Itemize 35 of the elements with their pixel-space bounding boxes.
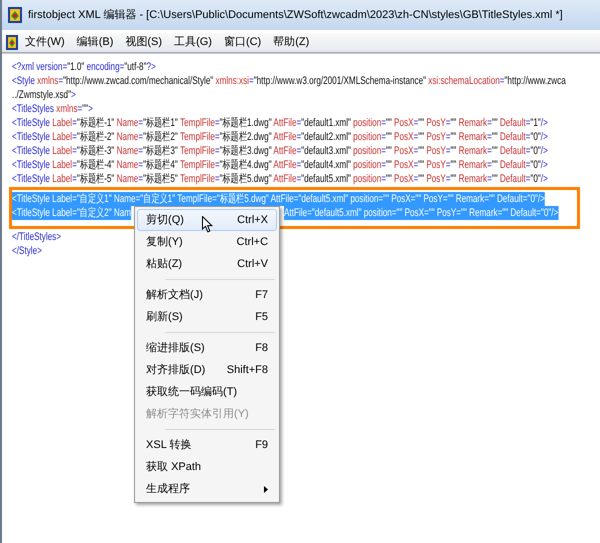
menu-item[interactable]: 获取 XPath [137,456,278,478]
menu-item[interactable]: 刷新(S) F5 [137,306,278,328]
code-line: <TitleStyles xmlns=""> [12,102,93,116]
menu-item[interactable]: XSL 转换 F9 [137,434,278,456]
cursor-icon [202,216,214,233]
menu-item[interactable]: 粘贴(Z) Ctrl+V [137,253,278,275]
code-line: <TitleStyle Label="标题栏-2" Name="标题栏2" TemplFile="标题栏2.dwg" AttFile="default2.xml" position="" PosX="" PosY="" Remark="" Default="0"/> [12,130,548,144]
menu-item[interactable]: 剪切(Q) Ctrl+X [137,209,278,231]
menu-item[interactable]: 生成程序 [137,478,278,500]
code-line: <TitleStyle Label="标题栏-5" Name="标题栏5" TemplFile="标题栏5.dwg" AttFile="default5.xml" position="" PosX="" PosY="" Remark="" Default="0"/> [12,172,548,186]
menu-item[interactable]: 复制(Y) Ctrl+C [137,231,278,253]
code-line: <Style xmlns="http://www.zwcad.com/mechanical/Style" xmlns:xsi="http://www.w3.org/2001/XMLSchema-instance" xsi:schemaLocation="http://www.zwca [12,74,566,88]
code-line-fragment: <TitleStyle Label="自定义2" Nam [12,206,132,220]
menu-item[interactable]: 编辑(B) [72,34,118,51]
menu-item[interactable]: 文件(W) [20,34,70,51]
menu-item[interactable]: 解析文档(J) F7 [137,284,278,306]
menu-item[interactable]: 窗口(C) [218,34,266,51]
menu-item[interactable]: 缩进排版(S) F8 [137,337,278,359]
menu-item[interactable]: 获取统一码编码(T) [137,381,278,403]
menu-item[interactable]: 对齐排版(D) Shift+F8 [137,359,278,381]
menu-item[interactable]: 视图(S) [120,34,168,51]
code-line: <TitleStyle Label="标题栏-4" Name="标题栏4" TemplFile="标题栏4.dwg" AttFile="default4.xml" position="" PosX="" PosY="" Remark="" Default="0"/> [12,158,548,172]
app-icon [8,7,22,23]
document-icon[interactable] [6,35,18,50]
code-line-fragment: AttFile="default5.xml" position="" PosX="" PosY="" Remark="" Default="0"/> [284,206,558,220]
code-line: ../Zwmstyle.xsd"> [12,88,76,102]
code-line: <?xml version="1.0" encoding="utf-8"?> [12,60,156,74]
code-line: </TitleStyles> [12,230,62,244]
submenu-arrow-icon [264,486,268,492]
code-line: <TitleStyle Label="标题栏-1" Name="标题栏1" TemplFile="标题栏1.dwg" AttFile="default1.xml" position="" PosX="" PosY="" Remark="" Default="1"/> [12,116,548,130]
window-title: firstobject XML 编辑器 - [C:\Users\Public\Documents\ZWSoft\zwcadm\2023\zh-CN\styles\GB\TitleStyles.xml *] [28,8,563,23]
menu-item[interactable]: 帮助(Z) [268,34,314,51]
menu-item[interactable]: 工具(G) [169,34,217,51]
code-line: <TitleStyle Label="标题栏-3" Name="标题栏3" TemplFile="标题栏3.dwg" AttFile="default3.xml" position="" PosX="" PosY="" Remark="" Default="0"/> [12,144,548,158]
code-line: </Style> [12,244,42,258]
